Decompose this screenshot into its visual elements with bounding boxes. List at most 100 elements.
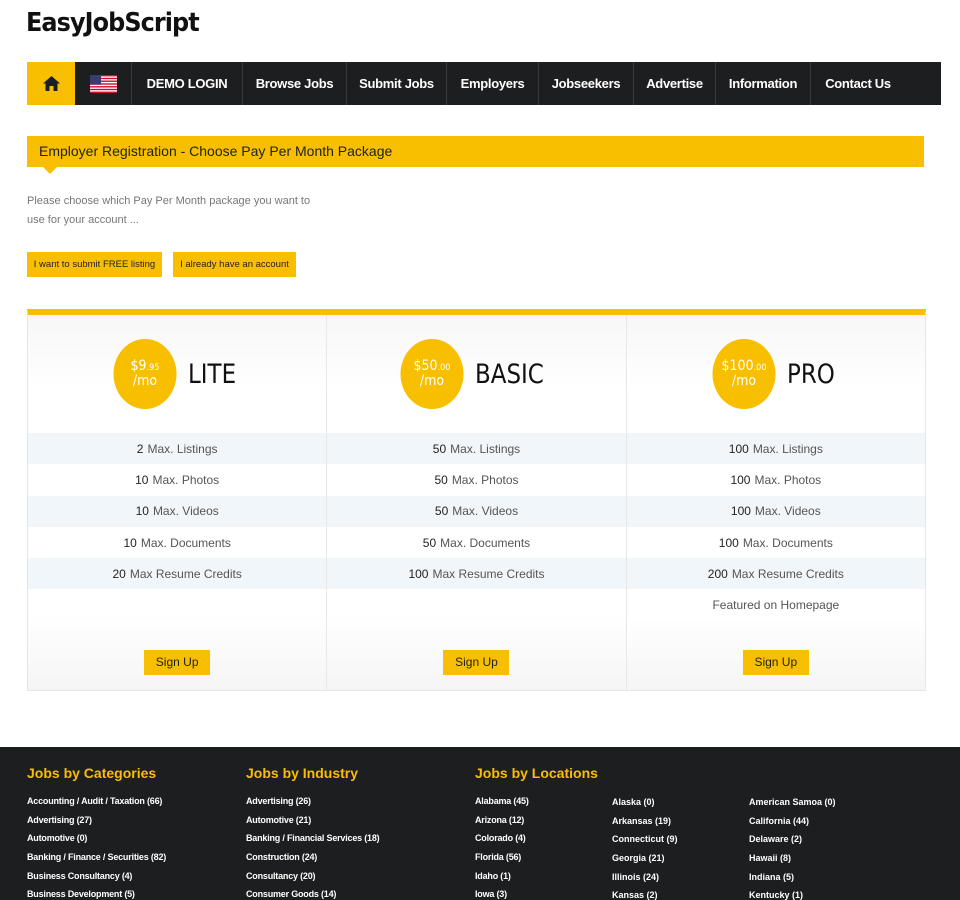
footer-industry: Jobs by Industry Advertising (26) Automo…: [246, 765, 380, 900]
feature-list: 2 Max. Listings 10 Max. Photos 10 Max. Vide…: [28, 433, 327, 590]
plan-name: LITE: [187, 358, 236, 390]
page-title: Employer Registration - Choose Pay Per M…: [27, 136, 924, 174]
footer-heading: Jobs by Industry: [246, 765, 359, 781]
location-link[interactable]: Illinois (24): [612, 868, 678, 887]
feature-row: 100 Max. Videos: [626, 495, 925, 527]
nav-information[interactable]: Information: [716, 62, 811, 105]
footer: Jobs by Categories Accounting / Audit / …: [0, 747, 960, 900]
location-link[interactable]: Hawaii (8): [749, 849, 836, 868]
signup-button-lite[interactable]: Sign Up: [144, 650, 211, 675]
footer-heading: Jobs by Categories: [27, 765, 157, 781]
industry-link[interactable]: Consultancy (20): [246, 867, 379, 886]
footer-locations-col3: American Samoa (0) California (44) Delaw…: [749, 793, 836, 900]
main-nav: DEMO LOGIN Browse Jobs Submit Jobs Emplo…: [27, 62, 941, 105]
nav-employers[interactable]: Employers: [447, 62, 539, 105]
plan-header: $50.00 /mo BASIC: [327, 315, 625, 433]
industry-link[interactable]: Consumer Goods (14): [246, 885, 379, 900]
category-link[interactable]: Accounting / Audit / Taxation (66): [27, 792, 166, 811]
location-link[interactable]: Georgia (21): [612, 849, 678, 868]
nav-language[interactable]: [75, 62, 132, 105]
feature-row: 10 Max. Photos: [28, 464, 327, 496]
price-amount: $9.95: [130, 358, 160, 375]
location-link[interactable]: Alaska (0): [612, 793, 678, 812]
nav-advertise[interactable]: Advertise: [634, 62, 716, 105]
nav-home[interactable]: [27, 62, 75, 105]
location-link[interactable]: Arkansas (19): [612, 812, 678, 831]
feature-row: 100 Max. Photos: [626, 464, 925, 496]
feature-row: 100 Max Resume Credits: [327, 558, 626, 590]
feature-row: 10 Max. Videos: [28, 495, 327, 527]
category-link[interactable]: Business Development (5): [27, 885, 166, 900]
feature-row: 2 Max. Listings: [28, 433, 327, 465]
signup-button-basic[interactable]: Sign Up: [443, 650, 510, 675]
signup-button-pro[interactable]: Sign Up: [742, 650, 809, 675]
feature-row: 50 Max. Photos: [327, 464, 626, 496]
existing-account-button[interactable]: I already have an account: [173, 252, 296, 277]
location-link[interactable]: Colorado (4): [475, 829, 598, 848]
footer-locations-col2: Alaska (0) Arkansas (19) Connecticut (9)…: [612, 793, 678, 900]
price-badge: $100.00 /mo: [712, 339, 776, 409]
free-listing-button[interactable]: I want to submit FREE listing: [27, 252, 162, 277]
plan-pro: $100.00 /mo PRO 100 Max. Listings 100 Max.…: [626, 315, 925, 690]
nav-submit-jobs[interactable]: Submit Jobs: [347, 62, 447, 105]
price-badge: $9.95 /mo: [113, 339, 177, 409]
feature-list: 50 Max. Listings 50 Max. Photos 50 Max. Vid…: [327, 433, 626, 590]
nav-jobseekers[interactable]: Jobseekers: [539, 62, 634, 105]
page-title-text: Employer Registration - Choose Pay Per M…: [39, 143, 393, 159]
location-link[interactable]: Delaware (2): [749, 830, 836, 849]
footer-heading: Jobs by Locations: [475, 765, 598, 781]
nav-browse-jobs[interactable]: Browse Jobs: [243, 62, 347, 105]
industry-link[interactable]: Banking / Financial Services (18): [246, 829, 380, 848]
location-link[interactable]: California (44): [749, 812, 836, 831]
us-flag-icon: [89, 74, 117, 93]
feature-row: 50 Max. Listings: [327, 433, 626, 465]
feature-list: 100 Max. Listings 100 Max. Photos 100 Max. …: [626, 433, 925, 621]
location-link[interactable]: American Samoa (0): [749, 793, 836, 812]
nav-contact-us[interactable]: Contact Us: [811, 62, 905, 105]
plan-basic: $50.00 /mo BASIC 50 Max. Listings 50 Max. …: [327, 315, 627, 690]
industry-link[interactable]: Automotive (21): [246, 811, 379, 830]
industry-link[interactable]: Construction (24): [246, 848, 379, 867]
footer-categories: Jobs by Categories Accounting / Audit / …: [27, 765, 166, 900]
footer-locations: Jobs by Locations Alabama (45) Arizona (…: [475, 765, 598, 900]
feature-row: 100 Max. Listings: [626, 433, 925, 465]
location-link[interactable]: Kentucky (1): [749, 886, 836, 900]
plan-name: BASIC: [475, 358, 544, 390]
location-link[interactable]: Iowa (3): [475, 885, 598, 900]
home-icon: [42, 76, 60, 91]
nav-demo-login[interactable]: DEMO LOGIN: [132, 62, 243, 105]
price-amount: $50.00: [413, 358, 451, 375]
price-amount: $100.00: [721, 358, 767, 375]
feature-row: 200 Max Resume Credits: [626, 558, 925, 590]
location-link[interactable]: Kansas (2): [612, 886, 678, 900]
price-unit: /mo: [132, 373, 157, 389]
category-link[interactable]: Automotive (0): [27, 829, 166, 848]
feature-row: 10 Max. Documents: [28, 526, 327, 559]
feature-row: 20 Max Resume Credits: [28, 558, 327, 590]
feature-row: 50 Max. Videos: [327, 495, 626, 527]
title-pointer: [43, 167, 57, 174]
location-link[interactable]: Indiana (5): [749, 868, 836, 887]
category-link[interactable]: Advertising (27): [27, 811, 166, 830]
location-link[interactable]: Arizona (12): [475, 811, 598, 830]
plan-header: $9.95 /mo LITE: [28, 315, 326, 433]
category-link[interactable]: Banking / Finance / Securities (82): [27, 848, 166, 867]
plan-name: PRO: [786, 358, 835, 390]
location-link[interactable]: Idaho (1): [475, 867, 598, 886]
industry-link[interactable]: Advertising (26): [246, 792, 379, 811]
price-badge: $50.00 /mo: [400, 339, 464, 409]
location-link[interactable]: Florida (56): [475, 848, 598, 867]
feature-row: Featured on Homepage: [626, 589, 925, 621]
location-link[interactable]: Connecticut (9): [612, 830, 678, 849]
price-unit: /mo: [731, 373, 756, 389]
plan-header: $100.00 /mo PRO: [627, 315, 925, 433]
plan-lite: $9.95 /mo LITE 2 Max. Listings 10 Max. Pho…: [28, 315, 328, 690]
feature-row: 100 Max. Documents: [626, 526, 925, 559]
site-logo[interactable]: EasyJobScript: [26, 8, 200, 38]
price-unit: /mo: [419, 373, 445, 389]
intro-text: Please choose which Pay Per Month packag…: [27, 195, 311, 226]
feature-row: 50 Max. Documents: [327, 526, 626, 559]
location-link[interactable]: Alabama (45): [475, 792, 598, 811]
category-link[interactable]: Business Consultancy (4): [27, 867, 166, 886]
pricing-table: $9.95 /mo LITE 2 Max. Listings 10 Max. Pho…: [27, 309, 926, 691]
